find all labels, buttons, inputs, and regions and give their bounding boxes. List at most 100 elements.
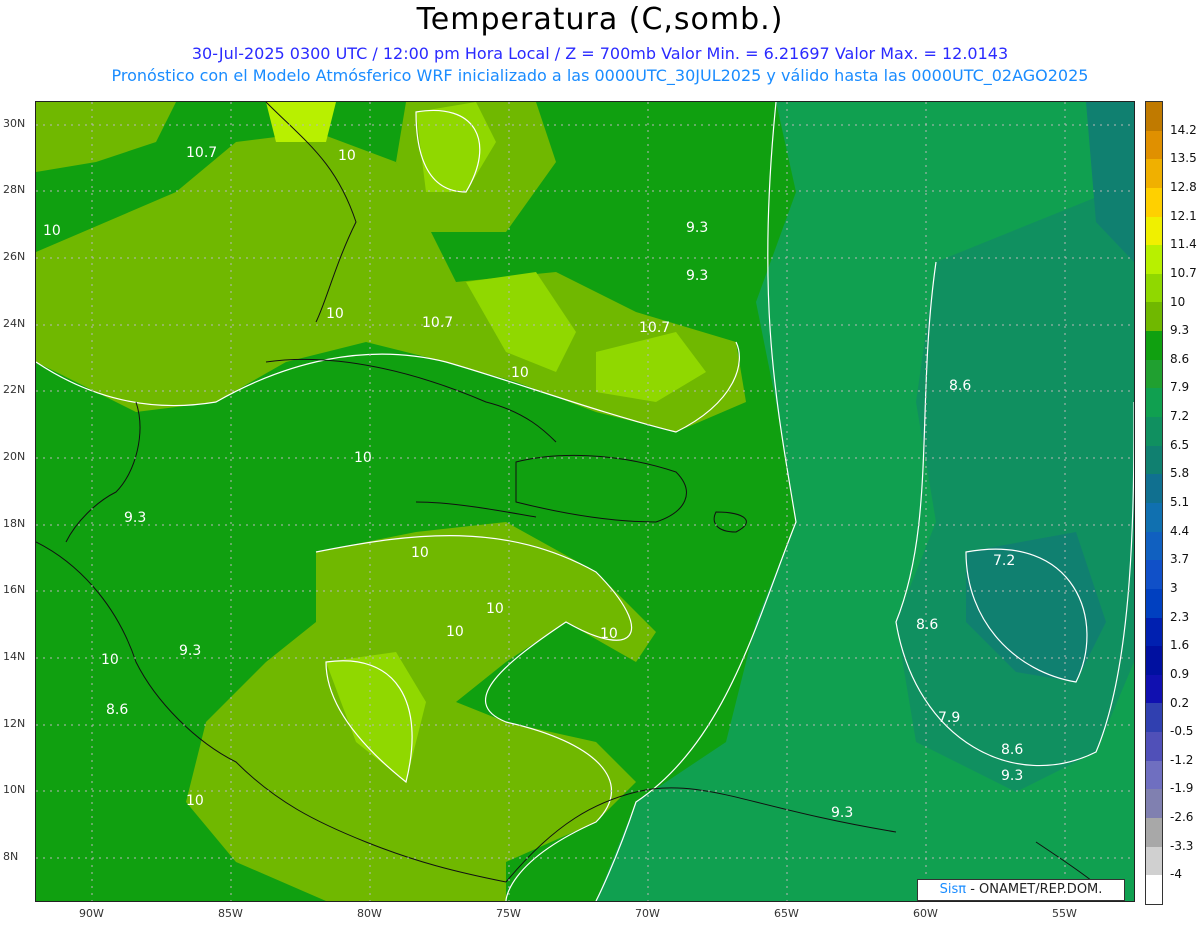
colorbar-label: -3.3 [1170, 838, 1194, 853]
colorbar-label: -4 [1170, 867, 1182, 882]
colorbar-label: -1.2 [1170, 752, 1194, 767]
map-canvas: 10.7 10 10 9.3 9.3 10 10.7 10.7 10 8.6 10 9.3 10 7.2 1… [36, 102, 1134, 901]
lat-label: 28N [3, 183, 26, 196]
colorbar-label: 10.7 [1170, 265, 1197, 280]
colorbar-swatch [1146, 388, 1162, 418]
colorbar-label: 8.6 [1170, 351, 1190, 366]
contour-label: 10 [354, 450, 372, 466]
colorbar-label: 7.2 [1170, 409, 1190, 424]
contour-label: 9.3 [831, 805, 853, 821]
map-subtitle-model: Pronóstico con el Modelo Atmósferico WRF… [111, 66, 1089, 85]
lon-label: 60W [913, 907, 938, 920]
colorbar-swatch [1146, 159, 1162, 188]
lon-label: 65W [774, 907, 799, 920]
colorbar-label: -2.6 [1170, 810, 1194, 825]
contour-label: 10 [326, 306, 344, 322]
lat-label: 26N [3, 250, 26, 263]
colorbar-swatch [1146, 273, 1162, 303]
colorbar-swatch [1146, 417, 1162, 446]
contour-label: 10 [338, 148, 356, 164]
contour-label: 9.3 [686, 220, 708, 236]
colorbar-label: -1.9 [1170, 781, 1194, 796]
contour-label: 9.3 [179, 643, 201, 659]
colorbar-swatch [1146, 732, 1162, 761]
colorbar-label: 14.2 [1170, 122, 1197, 137]
lat-label: 22N [3, 383, 26, 396]
colorbar-label: 1.6 [1170, 638, 1190, 653]
lat-label: 20N [3, 450, 26, 463]
credit-box: Sisπ - ONAMET/REP.DOM. [917, 879, 1125, 901]
lon-label: 90W [79, 907, 104, 920]
contour-label: 10 [600, 626, 618, 642]
contour-label: 10 [511, 365, 529, 381]
lat-label: 12N [3, 717, 26, 730]
colorbar-swatch [1146, 789, 1162, 819]
colorbar-swatch [1146, 703, 1162, 733]
colorbar-swatch [1146, 818, 1162, 847]
colorbar-label: 12.8 [1170, 179, 1197, 194]
colorbar-label: 0.2 [1170, 695, 1190, 710]
colorbar-swatch [1146, 760, 1162, 790]
colorbar-swatch [1146, 130, 1162, 160]
contour-label: 10 [186, 793, 204, 809]
contour-label: 10 [411, 545, 429, 561]
colorbar-label: 7.9 [1170, 380, 1190, 395]
lat-label: 8N [3, 850, 19, 863]
colorbar-label: 0.9 [1170, 666, 1190, 681]
contour-label: 10 [43, 223, 61, 239]
colorbar-swatch [1146, 359, 1162, 389]
colorbar-swatch [1146, 674, 1162, 704]
contour-label: 8.6 [916, 617, 938, 633]
colorbar-label: 11.4 [1170, 237, 1197, 252]
colorbar-swatch [1146, 302, 1162, 332]
colorbar-label: 5.1 [1170, 495, 1190, 509]
contour-label: 9.3 [1001, 768, 1023, 784]
lon-label: 70W [635, 907, 660, 920]
colorbar-swatch [1146, 445, 1162, 475]
colorbar-swatch [1146, 875, 1162, 904]
lat-label: 14N [3, 650, 26, 663]
colorbar-swatch [1146, 474, 1162, 503]
map-title: Temperatura (C,somb.) [416, 2, 784, 37]
lat-label: 24N [3, 317, 26, 330]
contour-label: 7.2 [993, 553, 1015, 569]
colorbar-swatch [1146, 588, 1162, 618]
contour-label: 10.7 [639, 320, 670, 336]
colorbar-label: 2.3 [1170, 609, 1190, 624]
contour-label: 8.6 [106, 702, 128, 718]
contour-label: 9.3 [686, 268, 708, 284]
colorbar-label: 3.7 [1170, 552, 1190, 567]
lat-label: 18N [3, 517, 26, 530]
contour-label: 10.7 [422, 315, 453, 331]
lat-label: 10N [3, 783, 26, 796]
credit-text: - ONAMET/REP.DOM. [970, 882, 1103, 897]
contour-label: 9.3 [124, 510, 146, 526]
colorbar-swatch [1146, 187, 1162, 217]
lat-label: 30N [3, 117, 26, 130]
contour-label: 10 [446, 624, 464, 640]
lon-label: 55W [1052, 907, 1077, 920]
contour-label: 8.6 [949, 378, 971, 394]
colorbar-label: 10 [1170, 294, 1186, 309]
contour-label: 8.6 [1001, 742, 1023, 758]
colorbar-label: 13.5 [1170, 151, 1197, 166]
lon-label: 85W [218, 907, 243, 920]
colorbar [1145, 101, 1163, 905]
colorbar-label: 5.8 [1170, 466, 1190, 481]
contour-label: 10.7 [186, 145, 217, 161]
colorbar-swatch [1146, 216, 1162, 246]
map-subtitle-time: 30-Jul-2025 0300 UTC / 12:00 pm Hora Loc… [191, 44, 1009, 63]
colorbar-swatch [1146, 331, 1162, 360]
colorbar-swatch [1146, 531, 1162, 561]
colorbar-swatch [1146, 102, 1162, 131]
colorbar-label: 9.3 [1170, 323, 1190, 338]
colorbar-label: -0.5 [1170, 724, 1194, 739]
colorbar-swatch [1146, 646, 1162, 675]
colorbar-swatch [1146, 245, 1162, 274]
contour-label: 10 [101, 652, 119, 668]
colorbar-label: 4.4 [1170, 523, 1190, 538]
sispi-logo: Sisπ [939, 882, 967, 897]
lat-label: 16N [3, 583, 26, 596]
lon-label: 80W [357, 907, 382, 920]
colorbar-swatch [1146, 560, 1162, 589]
